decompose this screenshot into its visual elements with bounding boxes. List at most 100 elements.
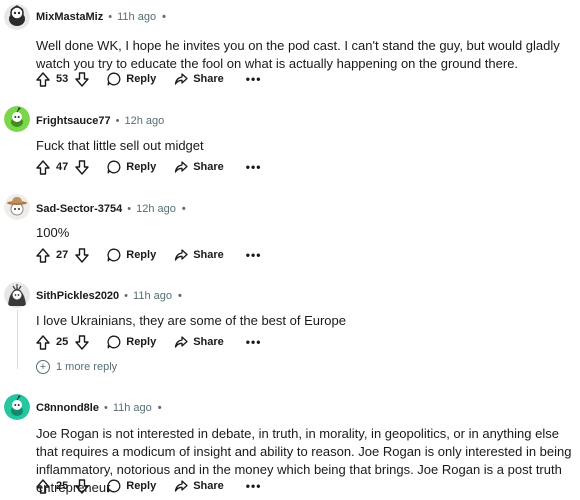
share-button[interactable]: Share [174,72,224,86]
comment-bubble-icon [107,479,121,493]
comment-feed: MixMastaMiz • 11h ago • Well done WK, I … [0,0,580,500]
comment: Frightsauce77 • 12h ago Fuck that little… [0,104,580,184]
reply-label: Reply [126,73,157,85]
meta-separator: • [103,402,108,414]
plus-circle-icon: + [36,360,50,374]
share-button[interactable]: Share [174,479,224,493]
comment-bubble-icon [107,335,121,349]
share-arrow-icon [175,249,188,261]
upvote-button[interactable] [36,247,50,263]
timestamp[interactable]: 11h ago [117,11,156,23]
timestamp[interactable]: 12h ago [136,203,176,215]
upvote-arrow-icon [36,334,50,350]
comment-body: 100% [36,224,574,242]
username[interactable]: SithPickles2020 [36,290,119,302]
reply-button[interactable]: Reply [107,160,156,174]
username[interactable]: C8nnond8le [36,402,99,414]
comment-body: Fuck that little sell out midget [36,137,574,155]
reply-label: Reply [126,336,157,348]
downvote-button[interactable] [75,334,89,350]
comment-meta: Sad-Sector-3754 • 12h ago • [36,200,186,218]
comment-bubble-icon [107,248,121,262]
user-avatar[interactable] [4,4,30,30]
comment-actions: 53 Reply Share ••• [36,69,261,89]
more-replies-link[interactable]: + 1 more reply [36,358,117,376]
comment: C8nnond8le • 11h ago • Joe Rogan is not … [0,392,580,500]
share-label: Share [193,73,224,85]
timestamp[interactable]: 12h ago [124,115,164,127]
upvote-button[interactable] [36,71,50,87]
share-button[interactable]: Share [174,160,224,174]
username[interactable]: MixMastaMiz [36,11,103,23]
reply-button[interactable]: Reply [107,72,156,86]
comment-text: I love Ukrainians, they are some of the … [36,313,347,328]
reply-label: Reply [126,161,157,173]
vote-score: 25 [56,336,69,348]
downvote-button[interactable] [75,159,89,175]
more-options-button[interactable]: ••• [246,335,262,349]
share-label: Share [193,161,224,173]
comment-bubble-icon [107,160,121,174]
snoo-avatar-dark-helmet-icon [4,4,30,30]
vote-score: 53 [56,73,69,85]
comment: SithPickles2020 • 11h ago • I love Ukrai… [0,280,580,380]
share-arrow-icon [175,161,188,173]
snoo-avatar-teal-icon [4,394,30,420]
reply-button[interactable]: Reply [107,248,156,262]
user-avatar[interactable] [4,106,30,132]
timestamp[interactable]: 11h ago [133,290,172,302]
share-label: Share [193,336,224,348]
downvote-arrow-icon [75,159,89,175]
downvote-button[interactable] [75,478,89,494]
downvote-arrow-icon [75,334,89,350]
vote-score: 27 [56,249,69,261]
downvote-button[interactable] [75,247,89,263]
comment: Sad-Sector-3754 • 12h ago • 100% 27 Repl… [0,192,580,272]
more-options-button[interactable]: ••• [246,72,262,86]
comment-actions: 25 Reply Share ••• [36,332,261,352]
comment-text: Fuck that little sell out midget [36,138,204,153]
meta-separator: • [162,11,166,23]
more-options-button[interactable]: ••• [246,479,262,493]
downvote-arrow-icon [75,247,89,263]
more-replies-label: 1 more reply [56,361,118,373]
reply-button[interactable]: Reply [107,479,156,493]
reply-button[interactable]: Reply [107,335,156,349]
user-avatar[interactable] [4,394,30,420]
meta-separator: • [124,290,129,302]
username[interactable]: Sad-Sector-3754 [36,203,122,215]
comment-actions: 27 Reply Share ••• [36,245,261,265]
comment-actions: 47 Reply Share ••• [36,157,261,177]
more-options-button[interactable]: ••• [246,160,262,174]
user-avatar[interactable] [4,194,30,220]
share-button[interactable]: Share [174,248,224,262]
upvote-button[interactable] [36,478,50,494]
downvote-button[interactable] [75,71,89,87]
upvote-button[interactable] [36,334,50,350]
downvote-arrow-icon [75,478,89,494]
username[interactable]: Frightsauce77 [36,115,111,127]
share-arrow-icon [175,480,188,492]
snoo-avatar-sith-icon [4,282,30,308]
more-options-button[interactable]: ••• [246,248,262,262]
comment-actions: 25 Reply Share ••• [36,476,261,496]
reply-label: Reply [126,249,157,261]
comment-meta: Frightsauce77 • 12h ago [36,112,164,130]
thread-line[interactable] [17,310,18,369]
vote-score: 25 [56,480,69,492]
comment-body: I love Ukrainians, they are some of the … [36,312,574,330]
user-avatar[interactable] [4,282,30,308]
timestamp[interactable]: 11h ago [113,402,152,414]
meta-separator: • [157,402,162,414]
share-arrow-icon [175,336,188,348]
upvote-arrow-icon [36,247,50,263]
comment-text: 100% [36,225,70,240]
share-arrow-icon [175,73,188,85]
downvote-arrow-icon [75,71,89,87]
meta-separator: • [115,115,120,127]
upvote-button[interactable] [36,159,50,175]
upvote-arrow-icon [36,71,50,87]
meta-separator: • [177,290,182,302]
snoo-avatar-cowboy-hat-icon [4,194,30,220]
share-button[interactable]: Share [174,335,224,349]
